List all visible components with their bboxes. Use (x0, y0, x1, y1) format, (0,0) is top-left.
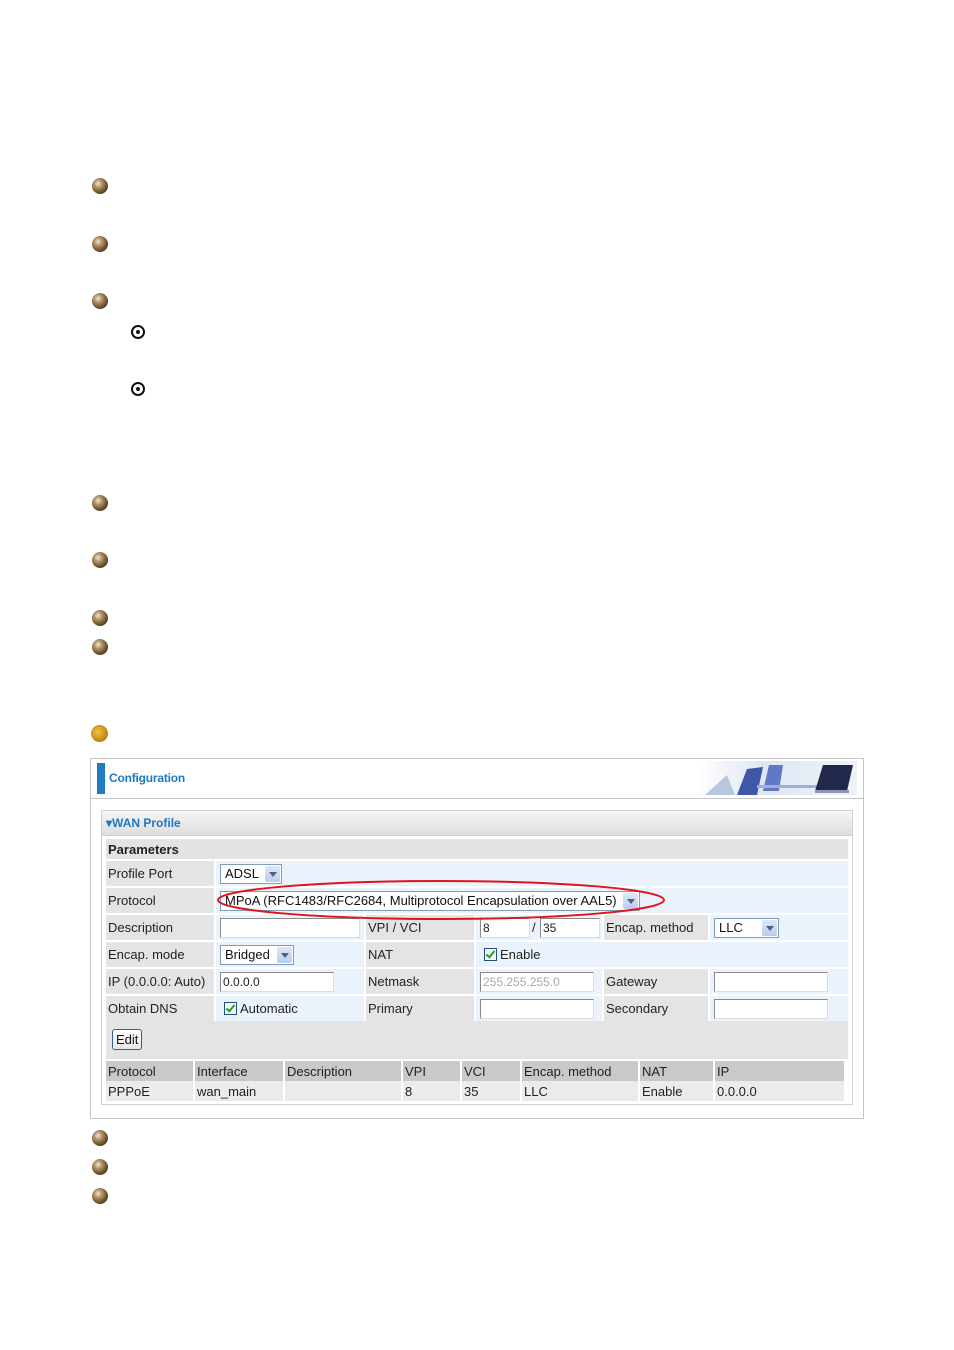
column-header: VCI (462, 1061, 520, 1081)
table-cell: 0.0.0.0 (715, 1081, 844, 1101)
table-cell: 35 (462, 1081, 520, 1101)
obtain-dns-auto-label: Automatic (240, 1001, 298, 1016)
column-header: Encap. method (522, 1061, 638, 1081)
office-banner-image (697, 761, 857, 795)
bullet-icon (92, 1188, 108, 1204)
table-cell: LLC (522, 1081, 638, 1101)
chevron-down-icon (623, 893, 638, 909)
edit-button[interactable]: Edit (112, 1029, 143, 1050)
table-cell: wan_main (195, 1081, 283, 1101)
protocol-row: Protocol MPoA (RFC1483/RFC2684, Multipro… (106, 888, 848, 913)
chevron-down-icon (277, 947, 292, 963)
protocol-label: Protocol (106, 888, 214, 913)
wan-profile-title[interactable]: ▾WAN Profile (106, 816, 181, 830)
primary-dns-label: Primary (366, 996, 474, 1021)
protocol-select[interactable]: MPoA (RFC1483/RFC2684, Multiprotocol Enc… (220, 891, 640, 911)
table-row[interactable]: PPPoE wan_main 8 35 LLC Enable 0.0.0.0 (106, 1081, 844, 1101)
table-cell: PPPoE (106, 1081, 193, 1101)
wan-profile-panel: ▾WAN Profile Parameters Profile Port ADS… (101, 810, 853, 1105)
column-header: Interface (195, 1061, 283, 1081)
bullet-icon (92, 178, 108, 194)
obtain-dns-checkbox[interactable] (224, 1002, 237, 1015)
radio-bullet-icon (131, 325, 145, 339)
gateway-input[interactable] (714, 972, 828, 992)
gateway-label: Gateway (604, 969, 708, 994)
configuration-screenshot: Configuration ▾WAN Profile Parameters Pr… (90, 758, 864, 1119)
table-cell (285, 1081, 401, 1101)
column-header: VPI (403, 1061, 460, 1081)
bullet-icon (92, 610, 108, 626)
primary-dns-input[interactable] (480, 999, 594, 1019)
profile-port-row: Profile Port ADSL (106, 861, 848, 886)
obtain-dns-row: Obtain DNS Automatic Primary Secondary (106, 996, 848, 1021)
encap-method-label: Encap. method (604, 915, 708, 940)
parameters-header: Parameters (106, 839, 848, 859)
nat-enable-label: Enable (500, 947, 541, 962)
vpi-vci-label: VPI / VCI (366, 915, 474, 940)
config-title: Configuration (109, 771, 186, 785)
chevron-down-icon (265, 866, 280, 882)
column-header: NAT (640, 1061, 713, 1081)
wan-profile-header[interactable]: ▾WAN Profile (102, 811, 852, 836)
note-icon (91, 725, 108, 742)
column-header: IP (715, 1061, 844, 1081)
table-cell: 8 (403, 1081, 460, 1101)
bullet-icon (92, 1159, 108, 1175)
description-row: Description VPI / VCI 8 / 35 Encap. meth… (106, 915, 848, 940)
profile-port-label: Profile Port (106, 861, 214, 886)
chevron-down-icon (762, 920, 777, 936)
ip-row: IP (0.0.0.0: Auto) 0.0.0.0 Netmask 255.2… (106, 969, 848, 994)
bullet-icon (92, 495, 108, 511)
secondary-dns-input[interactable] (714, 999, 828, 1019)
bullet-icon (92, 552, 108, 568)
ip-label: IP (0.0.0.0: Auto) (106, 969, 214, 994)
encap-mode-row: Encap. mode Bridged NAT Enable (106, 942, 848, 967)
column-header: Protocol (106, 1061, 193, 1081)
description-label: Description (106, 915, 214, 940)
wan-profile-table: Protocol Interface Description VPI VCI E… (104, 1061, 846, 1101)
vpi-input[interactable]: 8 (480, 918, 530, 938)
ip-input[interactable]: 0.0.0.0 (220, 972, 334, 992)
radio-bullet-icon (131, 382, 145, 396)
bullet-icon (92, 293, 108, 309)
bullet-icon (92, 236, 108, 252)
profile-port-select[interactable]: ADSL (220, 864, 282, 884)
obtain-dns-label: Obtain DNS (106, 996, 214, 1021)
nat-enable-checkbox[interactable] (484, 948, 497, 961)
bullet-icon (92, 639, 108, 655)
description-input[interactable] (220, 918, 360, 938)
encap-mode-label: Encap. mode (106, 942, 214, 967)
header-accent-bar (97, 763, 105, 794)
netmask-input[interactable]: 255.255.255.0 (480, 972, 594, 992)
table-cell: Enable (640, 1081, 713, 1101)
column-header: Description (285, 1061, 401, 1081)
parameters-title: Parameters (108, 842, 179, 857)
secondary-dns-label: Secondary (604, 996, 708, 1021)
netmask-label: Netmask (366, 969, 474, 994)
encap-method-select[interactable]: LLC (714, 918, 779, 938)
nat-label: NAT (366, 942, 474, 967)
config-header: Configuration (91, 759, 863, 799)
edit-bar: Edit (106, 1021, 848, 1059)
vpi-vci-separator: / (532, 920, 536, 935)
table-header-row: Protocol Interface Description VPI VCI E… (106, 1061, 844, 1081)
encap-mode-select[interactable]: Bridged (220, 945, 294, 965)
bullet-icon (92, 1130, 108, 1146)
vci-input[interactable]: 35 (540, 918, 600, 938)
